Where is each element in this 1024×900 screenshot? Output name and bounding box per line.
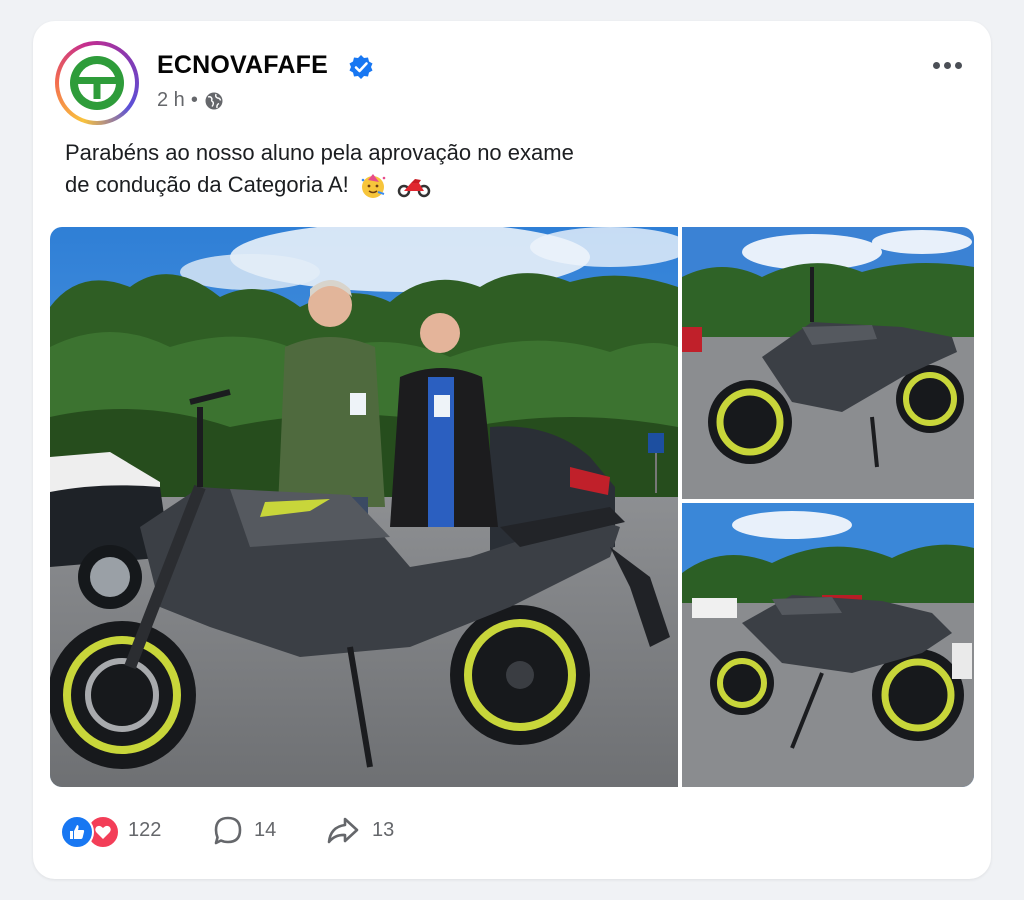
more-options-button[interactable] [929,51,965,79]
post-card: ECNOVAFAFE 2 h • Parabéns ao nosso aluno… [33,21,991,879]
steering-wheel-logo-icon [70,56,124,110]
like-reaction-icon [60,815,94,849]
caption-line-1: Parabéns ao nosso aluno pela aprovação n… [65,140,574,165]
share-count[interactable]: 13 [372,819,394,842]
partying-face-icon [361,174,386,199]
page-name[interactable]: ECNOVAFAFE [157,51,328,80]
share-icon[interactable] [326,815,360,847]
caption-line-2: de condução da Categoria A! [65,169,685,201]
photo-top-right[interactable] [682,227,974,499]
post-caption: Parabéns ao nosso aluno pela aprovação n… [65,137,685,201]
dot-icon [932,61,940,69]
dot-icon [954,61,962,69]
photo-bottom-right[interactable] [682,503,974,787]
globe-icon [205,92,223,109]
motorcycle-icon [397,179,431,198]
post-meta: 2 h • [157,89,224,112]
comment-icon[interactable] [212,815,244,847]
reactions[interactable] [60,815,120,849]
reaction-count[interactable]: 122 [128,819,161,842]
photo-main-image [50,227,678,787]
photo-top-right-image [682,227,974,499]
verified-badge-icon [349,55,373,79]
photo-bottom-right-image [682,503,974,787]
page-avatar[interactable] [55,41,139,125]
meta-separator: • [190,89,198,111]
comment-count[interactable]: 14 [254,819,276,842]
dot-icon [943,61,951,69]
caption-text-2: de condução da Categoria A! [65,172,349,197]
avatar-logo [59,45,135,121]
engagement-bar: 122 14 13 [60,813,420,849]
post-time[interactable]: 2 h [157,89,185,112]
photo-grid [50,227,974,787]
photo-main[interactable] [50,227,678,787]
